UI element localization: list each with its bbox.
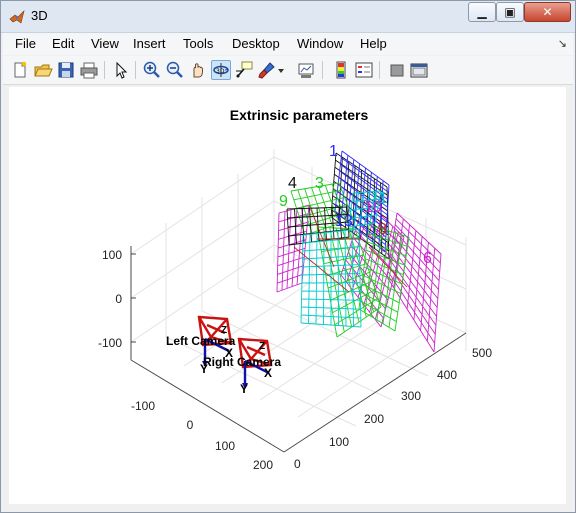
maximize-icon: ▣ <box>504 5 516 19</box>
board-label-9: 9 <box>279 193 288 210</box>
maximize-button[interactable]: ▣ <box>496 2 524 22</box>
brush-dropdown-icon[interactable] <box>276 60 286 80</box>
calibration-boards <box>276 150 442 353</box>
x-tick-label: -100 <box>131 399 155 413</box>
new-figure-icon[interactable] <box>10 60 30 80</box>
window-title: 3D <box>31 8 48 23</box>
show-plot-tools-icon[interactable] <box>409 60 429 80</box>
brush-icon[interactable] <box>257 60 277 80</box>
right-camera-y-label: Y <box>240 382 248 396</box>
x-tick-label: 200 <box>253 458 273 472</box>
dock-arrow-icon[interactable]: ↘ <box>558 37 567 50</box>
data-cursor-icon[interactable] <box>234 60 254 80</box>
svg-text:3D: 3D <box>216 68 225 75</box>
figure-toolbar: 3D <box>3 56 573 85</box>
matlab-figure-window: 3D ▁ ▣ ✕ File Edit View Insert Tools Des… <box>0 0 576 513</box>
menu-bar: File Edit View Insert Tools Desktop Wind… <box>3 33 573 55</box>
pan-icon[interactable] <box>188 60 208 80</box>
y-tick-label: 400 <box>437 368 457 382</box>
toolbar-separator <box>379 61 380 79</box>
minimize-icon: ▁ <box>477 5 487 19</box>
menu-desktop[interactable]: Desktop <box>232 36 280 51</box>
z-tick-label: 100 <box>102 248 122 262</box>
right-camera-z-label: Z <box>259 341 265 352</box>
y-tick-label: 500 <box>472 346 492 360</box>
close-button[interactable]: ✕ <box>524 2 571 22</box>
link-plot-icon[interactable] <box>296 60 316 80</box>
y-tick-label: 100 <box>329 435 349 449</box>
toolbar-separator <box>322 61 323 79</box>
x-axis: -100 0 100 200 <box>131 399 273 472</box>
board-label-6: 6 <box>423 250 432 267</box>
board-mesh-8 <box>358 224 410 332</box>
left-camera-x-label: X <box>225 346 233 360</box>
zoom-out-icon[interactable] <box>165 60 185 80</box>
close-icon: ✕ <box>542 5 553 19</box>
board-label-8: 8 <box>378 221 387 238</box>
board-label-10: 10 <box>364 199 382 216</box>
menu-insert[interactable]: Insert <box>133 36 166 51</box>
axes-title: Extrinsic parameters <box>230 107 369 123</box>
z-ticks <box>131 253 136 343</box>
menu-edit[interactable]: Edit <box>52 36 74 51</box>
insert-legend-icon[interactable] <box>354 60 374 80</box>
menu-help[interactable]: Help <box>360 36 387 51</box>
toolbar-separator <box>104 61 105 79</box>
menu-file[interactable]: File <box>15 36 36 51</box>
right-camera-x-label: X <box>264 366 272 380</box>
print-icon[interactable] <box>79 60 99 80</box>
minimize-button[interactable]: ▁ <box>468 2 496 22</box>
figure-canvas: Extrinsic parameters 100 0 -100 -100 0 1… <box>9 87 566 504</box>
open-file-icon[interactable] <box>33 60 53 80</box>
z-tick-label: -100 <box>98 336 122 350</box>
board-label-4: 4 <box>288 175 297 192</box>
left-camera-z-label: Z <box>221 325 227 336</box>
y-tick-label: 200 <box>364 412 384 426</box>
board-label-1: 1 <box>329 143 338 160</box>
plot-svg[interactable]: Extrinsic parameters 100 0 -100 -100 0 1… <box>9 87 566 504</box>
x-tick-label: 100 <box>215 439 235 453</box>
y-tick-label: 300 <box>401 389 421 403</box>
rotate-3d-icon[interactable]: 3D <box>211 60 231 80</box>
save-icon[interactable] <box>56 60 76 80</box>
title-bar[interactable]: 3D ▁ ▣ ✕ <box>1 1 575 33</box>
stereo-cameras <box>197 315 273 389</box>
hide-plot-tools-icon[interactable] <box>387 60 407 80</box>
menu-view[interactable]: View <box>91 36 119 51</box>
y-axis: 0 100 200 300 400 500 <box>294 346 492 471</box>
matlab-logo-icon <box>9 10 25 24</box>
insert-colorbar-icon[interactable] <box>331 60 351 80</box>
menu-window[interactable]: Window <box>297 36 343 51</box>
left-camera-y-label: Y <box>200 362 208 376</box>
z-axis: 100 0 -100 <box>98 248 122 350</box>
axes-box <box>130 246 467 453</box>
x-tick-label: 0 <box>187 418 194 432</box>
camera-labels: Left Camera Right Camera X X Y Y Z Z <box>166 325 281 396</box>
toolbar-separator <box>135 61 136 79</box>
board-label-3: 3 <box>315 175 324 192</box>
y-tick-label: 0 <box>294 457 301 471</box>
menu-tools[interactable]: Tools <box>183 36 213 51</box>
board-label-13: 13 <box>335 213 353 230</box>
z-tick-label: 0 <box>115 292 122 306</box>
zoom-in-icon[interactable] <box>142 60 162 80</box>
edit-plot-icon[interactable] <box>111 60 131 80</box>
